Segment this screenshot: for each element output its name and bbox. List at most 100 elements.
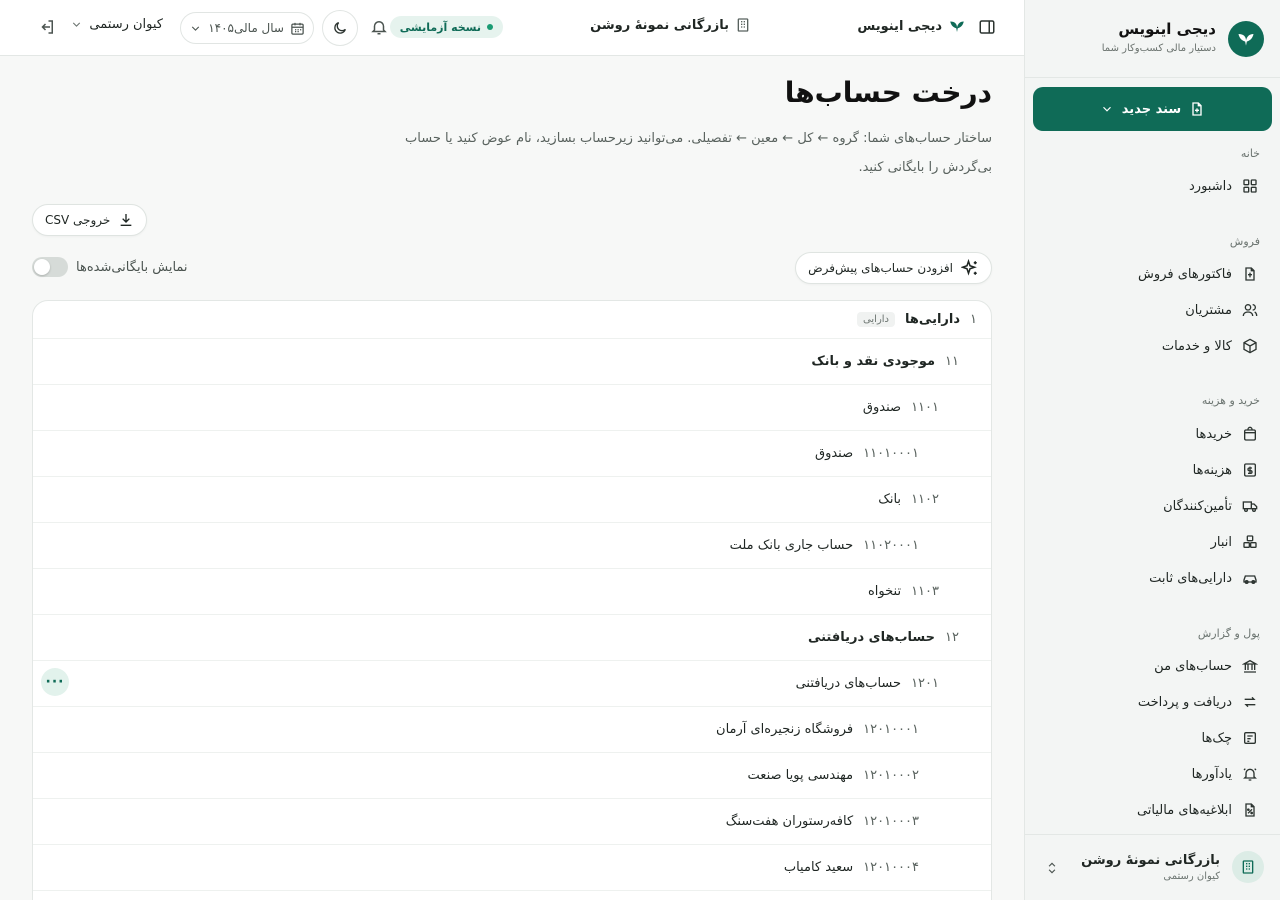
tree-row[interactable]: ۱۱۰۲۰۰۰۱ حساب جاری بانک ملت xyxy=(33,523,991,569)
nav-item-dashboard[interactable]: داشبورد xyxy=(1033,171,1272,201)
show-archived-toggle[interactable]: نمایش بایگانی‌شده‌ها xyxy=(32,257,188,277)
tree-row[interactable]: ۱۲ حساب‌های دریافتنی xyxy=(33,615,991,661)
nav-item-purchases[interactable]: خریدها xyxy=(1033,419,1272,449)
nav-item-label: انبار xyxy=(1210,534,1232,550)
account-code: ۱۱۰۲۰۰۰۱ xyxy=(863,538,919,553)
nav-item-sales-invoices[interactable]: فاکتورهای فروش xyxy=(1033,259,1272,289)
user-menu[interactable]: کیوان رستمی xyxy=(70,17,163,32)
account-name: بانک xyxy=(878,492,902,507)
moon-icon xyxy=(334,22,346,34)
account-name: حساب‌های دریافتنی xyxy=(807,630,936,645)
nav-section-purchase: خرید و هزینه xyxy=(1201,394,1260,407)
tree-row[interactable]: ۱۲۰۱۰۰۰۴ سعید کامیاب xyxy=(33,845,991,891)
account-code: ۱۲۰۱۰۰۰۳ xyxy=(863,814,919,829)
nav-item-label: ابلاغیه‌های مالیاتی xyxy=(1136,802,1232,818)
nav-item-label: حساب‌های من xyxy=(1154,658,1232,674)
brand-name: دیجی اینویس xyxy=(1118,20,1216,38)
account-code: ۱۲۰۱۰۰۰۴ xyxy=(863,860,919,875)
nav-item-label: خریدها xyxy=(1195,426,1232,442)
account-name: سعید کامیاب xyxy=(783,860,854,875)
account-code: ۱۱ xyxy=(945,354,959,369)
account-code: ۱۱۰۱ xyxy=(911,400,939,415)
account-name: فروشگاه زنجیره‌ای آرمان xyxy=(716,722,854,737)
nav-section-money: پول و گزارش xyxy=(1197,627,1260,640)
company-switcher[interactable]: بازرگانی نمونهٔ روشن کیوان رستمی xyxy=(1025,834,1280,900)
user-name: کیوان رستمی xyxy=(89,17,163,32)
topbar-company-name: بازرگانی نمونهٔ روشن xyxy=(590,17,729,33)
account-name: کافه‌رستوران هفت‌سنگ xyxy=(725,814,854,829)
theme-toggle-button[interactable] xyxy=(322,10,358,46)
nav-item-tax-notices[interactable]: ابلاغیه‌های مالیاتی xyxy=(1033,795,1272,825)
archived-switch[interactable] xyxy=(32,257,68,277)
account-name: صندوق xyxy=(814,446,854,461)
chevron-up-down-icon[interactable] xyxy=(1045,860,1059,876)
account-name: حساب جاری بانک ملت xyxy=(729,538,854,553)
tree-row[interactable]: ۱۱۰۱ صندوق xyxy=(33,385,991,431)
topbar-app: دیجی اینویس xyxy=(857,17,966,35)
nav-section-home: خانه xyxy=(1240,147,1260,160)
nav-item-my-accounts[interactable]: حساب‌های من xyxy=(1033,651,1272,681)
file-plus-icon xyxy=(1192,102,1202,116)
account-name: صندوق xyxy=(862,400,902,415)
nav-item-label: تأمین‌کنندگان xyxy=(1163,498,1232,514)
app-logo-icon xyxy=(950,21,964,32)
export-csv-label: خروجی CSV xyxy=(45,213,111,227)
tree-row[interactable]: ۱۲۰۱۰۰۰۱ فروشگاه زنجیره‌ای آرمان xyxy=(33,707,991,753)
chevron-down-icon xyxy=(192,25,200,31)
topbar: دیجی اینویس بازرگانی نمونهٔ روشن نسخه آز… xyxy=(0,0,1024,56)
account-name: دارایی‌ها xyxy=(905,312,961,327)
page-title: درخت حساب‌ها xyxy=(784,76,992,109)
account-tree: ۱ دارایی‌ها دارایی ۱۱ موجودی نقد و بانک … xyxy=(32,300,992,900)
tree-row[interactable]: ۱۱۰۲ بانک xyxy=(33,477,991,523)
receipt-icon xyxy=(1244,463,1256,477)
account-code: ۱۱۰۳ xyxy=(911,584,939,599)
trial-badge-label: نسخه آزمایشی xyxy=(399,20,481,34)
tree-row[interactable]: ۱۱۰۱۰۰۰۱ صندوق xyxy=(33,431,991,477)
nav-item-customers[interactable]: مشتریان xyxy=(1033,295,1272,325)
nav-item-reminders[interactable]: یادآورها xyxy=(1033,759,1272,789)
page-description: ساختار حساب‌های شما: گروه ← کل ← معین ← … xyxy=(405,131,992,175)
export-csv-button[interactable]: خروجی CSV xyxy=(32,204,148,236)
logout-icon[interactable] xyxy=(38,18,56,36)
nav-item-warehouse[interactable]: انبار xyxy=(1033,527,1272,557)
notifications-bell-icon[interactable] xyxy=(370,18,388,36)
row-actions-more-icon[interactable]: ··· xyxy=(41,668,69,696)
account-name: حساب‌های دریافتنی xyxy=(795,676,902,691)
dashboard-icon xyxy=(1243,179,1257,193)
nav-item-receipts-payments[interactable]: دریافت و پرداخت xyxy=(1033,687,1272,717)
nav-item-suppliers[interactable]: تأمین‌کنندگان xyxy=(1033,491,1272,521)
nav-item-label: یادآورها xyxy=(1191,766,1232,782)
tree-row[interactable]: ۱۱۰۳ تنخواه xyxy=(33,569,991,615)
nav-item-expenses[interactable]: هزینه‌ها xyxy=(1033,455,1272,485)
tree-row[interactable]: ۱۲۰۱۰۰۰۲ مهندسی پویا صنعت xyxy=(33,753,991,799)
box-icon xyxy=(1243,338,1257,354)
account-type-badge: دارایی xyxy=(857,312,896,327)
add-default-accounts-label: افزودن حساب‌های پیش‌فرض xyxy=(808,261,953,275)
car-icon xyxy=(1243,575,1257,584)
tree-row[interactable]: ۱۱ موجودی نقد و بانک xyxy=(33,339,991,385)
account-name: تنخواه xyxy=(867,584,902,599)
truck-icon xyxy=(1242,501,1258,512)
fiscal-year-label: سال مالی۱۴۰۵ xyxy=(208,21,284,35)
new-document-button[interactable]: سند جدید xyxy=(1033,87,1272,131)
fiscal-year-select[interactable]: سال مالی۱۴۰۵ xyxy=(180,12,314,44)
tree-row[interactable]: ۱۲۰۱ حساب‌های دریافتنی ··· xyxy=(33,661,991,707)
sidebar-toggle-icon[interactable] xyxy=(978,18,996,36)
download-icon xyxy=(120,214,132,226)
brand-tagline: دستیار مالی کسب‌وکار شما xyxy=(1101,43,1216,54)
account-code: ۱۲۰۱ xyxy=(911,676,939,691)
users-icon xyxy=(1242,304,1258,317)
bell-ring-icon xyxy=(1243,768,1257,781)
account-code: ۱۱۰۱۰۰۰۱ xyxy=(863,446,919,461)
nav-item-label: دریافت و پرداخت xyxy=(1137,694,1232,710)
bank-icon xyxy=(1242,659,1258,673)
nav-item-products[interactable]: کالا و خدمات xyxy=(1033,331,1272,361)
show-archived-label: نمایش بایگانی‌شده‌ها xyxy=(76,259,188,275)
tree-row[interactable]: ۱ دارایی‌ها دارایی xyxy=(33,301,991,339)
account-code: ۱ xyxy=(970,312,977,327)
nav-item-label: فاکتورهای فروش xyxy=(1138,266,1232,282)
nav-item-fixed-assets[interactable]: دارایی‌های ثابت xyxy=(1033,563,1272,593)
tree-row[interactable]: ۱۲۰۱۰۰۰۳ کافه‌رستوران هفت‌سنگ xyxy=(33,799,991,845)
nav-item-cheques[interactable]: چک‌ها xyxy=(1033,723,1272,753)
add-default-accounts-button[interactable]: افزودن حساب‌های پیش‌فرض xyxy=(795,252,992,284)
